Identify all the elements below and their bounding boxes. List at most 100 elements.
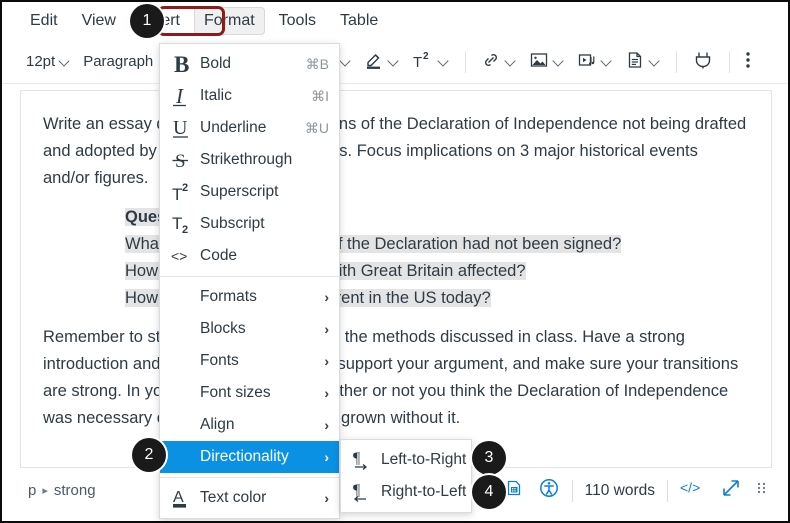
html-editor-icon[interactable] — [504, 478, 524, 503]
chevron-down-icon — [650, 56, 661, 67]
menu-item-view[interactable]: View — [72, 7, 126, 35]
link-button[interactable] — [475, 47, 523, 77]
menu-item-tools[interactable]: Tools — [269, 7, 326, 35]
chevron-right-icon: › — [324, 353, 329, 369]
chevron-down-icon — [506, 56, 517, 67]
image-icon — [529, 50, 549, 74]
menu-option-label: Italic — [200, 87, 232, 104]
submenu-option-left-to-right[interactable]: ¶ Left-to-Right — [341, 444, 471, 476]
editor-content-area[interactable]: Write an essay describing the ramificati… — [20, 90, 772, 468]
highlight-color-button[interactable] — [358, 47, 406, 77]
superscript-icon: T 2 — [170, 179, 200, 205]
chevron-right-icon: › — [324, 490, 329, 506]
svg-text:S: S — [175, 151, 186, 172]
menu-option-subscript[interactable]: T 2 Subscript — [160, 208, 339, 240]
menu-option-blocks[interactable]: Blocks › — [160, 313, 339, 345]
code-icon: <> — [170, 243, 200, 269]
menu-option-label: Blocks — [200, 320, 246, 337]
svg-text:T: T — [172, 185, 182, 204]
menu-option-directionality[interactable]: Directionality › — [160, 441, 339, 473]
menu-option-code[interactable]: <> Code — [160, 240, 339, 272]
font-size-selector[interactable]: 12pt — [20, 50, 77, 73]
highlight-color-icon — [364, 50, 384, 74]
media-icon — [577, 50, 597, 74]
menu-bar: Edit View Insert Format Tools Table — [2, 2, 788, 40]
image-button[interactable] — [523, 47, 571, 77]
superscript-button[interactable]: T 2 — [406, 47, 456, 77]
chevron-down-icon — [554, 56, 565, 67]
menu-option-label: Strikethrough — [200, 151, 293, 168]
menu-option-text-color[interactable]: A Text color › — [160, 482, 339, 514]
svg-text:2: 2 — [182, 182, 188, 194]
more-options-button[interactable] — [739, 46, 757, 78]
svg-text:T: T — [413, 54, 422, 70]
menu-option-superscript[interactable]: T 2 Superscript — [160, 176, 339, 208]
chevron-right-icon: › — [324, 417, 329, 433]
font-size-value: 12pt — [26, 53, 56, 70]
chevron-right-icon: › — [324, 385, 329, 401]
menu-option-bold[interactable]: B Bold ⌘B — [160, 48, 339, 80]
italic-icon: I — [170, 83, 200, 109]
menu-option-fonts[interactable]: Fonts › — [160, 345, 339, 377]
text-color-icon: A — [170, 485, 200, 511]
bold-icon: B — [170, 51, 200, 77]
plugin-icon — [692, 49, 714, 75]
document-icon — [625, 50, 645, 74]
menu-option-formats[interactable]: Formats › — [160, 281, 339, 313]
accessibility-checker-icon[interactable] — [538, 477, 560, 504]
svg-text:2: 2 — [182, 224, 188, 236]
callout-badge-2: 2 — [132, 438, 166, 472]
document-button[interactable] — [619, 47, 667, 77]
menu-option-label: Text color — [200, 489, 267, 506]
svg-text:<>: <> — [171, 248, 187, 264]
menu-option-shortcut: ⌘U — [304, 119, 329, 136]
menu-option-italic[interactable]: I Italic ⌘I — [160, 80, 339, 112]
svg-text:B: B — [174, 52, 189, 77]
superscript-icon: T 2 — [412, 50, 434, 74]
fullscreen-icon[interactable] — [720, 477, 742, 504]
directionality-submenu[interactable]: ¶ Left-to-Right ¶ Right-to-Left — [340, 439, 472, 513]
menu-option-label: Superscript — [200, 183, 279, 200]
breadcrumb-item-p[interactable]: p — [28, 482, 36, 499]
questions-block: Questions to consider: What would have h… — [43, 204, 749, 312]
svg-text:</>: </> — [680, 480, 700, 496]
apps-plugin-button[interactable] — [686, 46, 720, 78]
resize-handle-icon[interactable] — [756, 480, 768, 501]
chevron-down-icon — [389, 56, 400, 67]
menu-option-label: Align — [200, 416, 235, 433]
breadcrumb-item-strong[interactable]: strong — [54, 482, 96, 499]
menu-option-font-sizes[interactable]: Font sizes › — [160, 377, 339, 409]
media-button[interactable] — [571, 47, 619, 77]
menu-item-table[interactable]: Table — [330, 7, 388, 35]
menu-option-align[interactable]: Align › — [160, 409, 339, 441]
formatting-toolbar: 12pt Paragraph T 2 — [2, 40, 788, 84]
menu-option-label: Underline — [200, 119, 267, 136]
link-icon — [481, 50, 501, 74]
menu-option-label: Code — [200, 247, 238, 264]
menu-option-strikethrough[interactable]: S Strikethrough — [160, 144, 339, 176]
svg-text:¶: ¶ — [353, 450, 361, 467]
word-count[interactable]: 110 words — [585, 482, 655, 500]
chevron-down-icon — [439, 56, 450, 67]
menu-item-edit[interactable]: Edit — [20, 7, 68, 35]
menu-option-label: Directionality — [200, 448, 289, 465]
rtl-paragraph-icon: ¶ — [351, 479, 381, 505]
menu-option-label: Bold — [200, 55, 232, 72]
submenu-option-right-to-left[interactable]: ¶ Right-to-Left — [341, 476, 471, 508]
block-format-value: Paragraph — [83, 53, 154, 70]
menu-option-underline[interactable]: U Underline ⌘U — [160, 112, 339, 144]
document-content[interactable]: Write an essay describing the ramificati… — [21, 91, 771, 432]
code-view-icon[interactable]: </> — [680, 479, 706, 502]
paragraph-intro: Write an essay describing the ramificati… — [43, 115, 747, 187]
block-format-selector[interactable]: Paragraph — [77, 50, 159, 73]
format-dropdown-menu[interactable]: B Bold ⌘B I Italic ⌘I U Underline ⌘U S S… — [159, 43, 340, 519]
menu-divider — [160, 276, 339, 277]
subscript-icon: T 2 — [170, 211, 200, 237]
rich-content-editor: Edit View Insert Format Tools Table 12pt… — [0, 0, 790, 523]
status-divider — [571, 479, 573, 502]
menu-item-format[interactable]: Format — [193, 7, 265, 35]
toolbar-divider — [465, 50, 467, 73]
chevron-down-icon — [60, 56, 71, 67]
status-divider — [667, 479, 668, 502]
svg-text:A: A — [173, 489, 184, 506]
